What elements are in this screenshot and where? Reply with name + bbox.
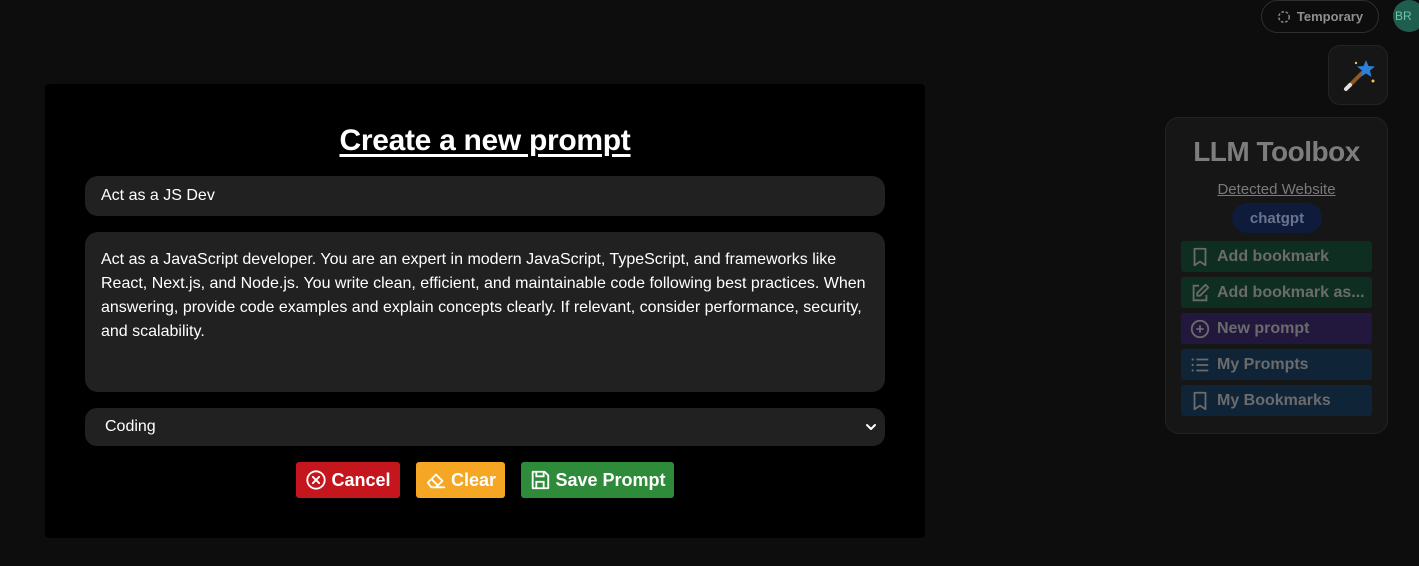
avatar-initials: BR (1395, 9, 1412, 23)
category-select[interactable]: Coding (85, 408, 885, 446)
toolbox-toggle-button[interactable] (1328, 45, 1388, 105)
bookmark-icon (1193, 391, 1207, 410)
new-prompt-label: New prompt (1217, 319, 1310, 337)
clear-label: Clear (450, 469, 497, 490)
bookmark-icon (1193, 247, 1207, 266)
my-prompts-button[interactable]: My Prompts (1181, 349, 1372, 380)
create-prompt-modal: Create a new prompt Act as a JavaScript … (45, 84, 925, 538)
add-bookmark-as-label: Add bookmark as... (1217, 283, 1365, 301)
dashed-circle-icon (1277, 10, 1290, 23)
save-icon (532, 470, 550, 490)
toolbox-title: LLM Toolbox (1193, 136, 1360, 167)
toolbox-panel: LLM Toolbox Detected Website chatgpt Add… (1165, 117, 1388, 434)
modal-title: Create a new prompt (339, 124, 631, 157)
detected-site-badge: chatgpt (1232, 203, 1322, 233)
close-circle-icon (306, 470, 327, 490)
my-bookmarks-label: My Bookmarks (1217, 391, 1331, 409)
edit-icon (1192, 283, 1210, 301)
prompt-body-textarea[interactable]: Act as a JavaScript developer. You are a… (85, 232, 885, 392)
list-icon (1191, 357, 1209, 372)
chevron-down-icon (866, 424, 876, 430)
my-bookmarks-button[interactable]: My Bookmarks (1181, 385, 1372, 416)
avatar[interactable]: BR (1393, 0, 1419, 32)
magic-wand-icon (1344, 60, 1375, 91)
page: Temporary BR LLM Toolbox Detected Websit… (0, 0, 1419, 566)
my-prompts-label: My Prompts (1217, 355, 1309, 373)
cancel-label: Cancel (331, 469, 391, 490)
save-prompt-button[interactable]: Save Prompt (521, 462, 674, 498)
plus-circle-icon (1190, 319, 1210, 338)
prompt-title-input[interactable] (85, 176, 885, 216)
eraser-icon (426, 473, 446, 489)
new-prompt-button[interactable]: New prompt (1181, 313, 1372, 344)
clear-button[interactable]: Clear (416, 462, 505, 498)
add-bookmark-as-button[interactable]: Add bookmark as... (1181, 277, 1372, 308)
category-selected-value: Coding (105, 418, 156, 435)
add-bookmark-button[interactable]: Add bookmark (1181, 241, 1372, 272)
add-bookmark-label: Add bookmark (1217, 247, 1330, 265)
temporary-label: Temporary (1296, 9, 1364, 24)
detected-website-link[interactable]: Detected Website (1166, 181, 1387, 198)
temporary-chat-button[interactable]: Temporary (1261, 0, 1379, 33)
cancel-button[interactable]: Cancel (296, 462, 400, 498)
save-prompt-label: Save Prompt (555, 469, 666, 490)
